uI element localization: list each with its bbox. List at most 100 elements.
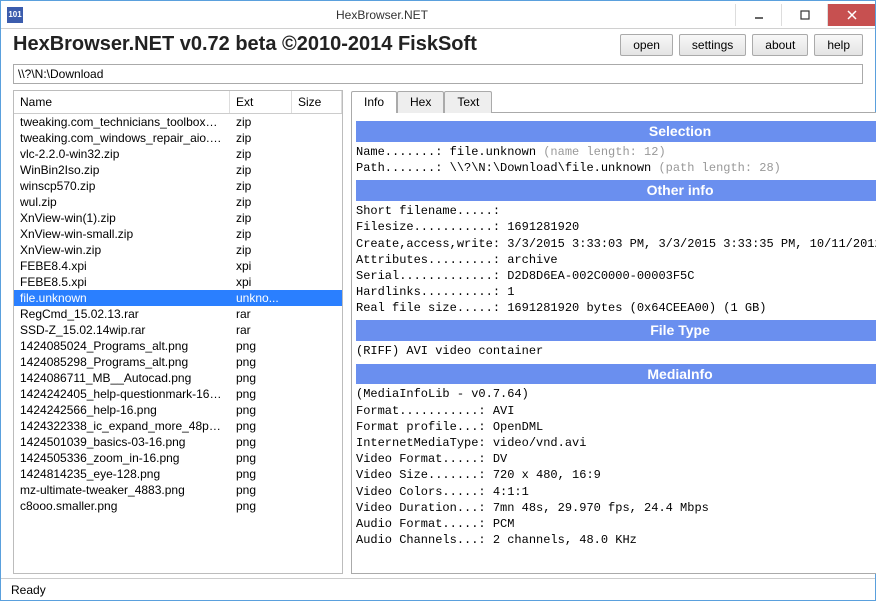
close-button[interactable]: [827, 4, 875, 26]
file-row[interactable]: 1424085024_Programs_alt.pngpng: [14, 338, 342, 354]
maximize-button[interactable]: [781, 4, 827, 26]
info-line: Path.......: \\?\N:\Download\file.unknow…: [356, 160, 876, 176]
file-row[interactable]: 1424242405_help-questionmark-16.pngpng: [14, 386, 342, 402]
file-ext: zip: [230, 163, 292, 177]
file-row[interactable]: WinBin2Iso.zipzip: [14, 162, 342, 178]
file-row[interactable]: 1424505336_zoom_in-16.pngpng: [14, 450, 342, 466]
file-row[interactable]: 1424242566_help-16.pngpng: [14, 402, 342, 418]
window-controls: [735, 4, 875, 26]
info-line: Name.......: file.unknown (name length: …: [356, 144, 876, 160]
info-line: Attributes.........: archive: [356, 252, 876, 268]
file-ext: unkno...: [230, 291, 292, 305]
file-size: [292, 147, 342, 161]
file-size: [292, 131, 342, 145]
file-row[interactable]: XnView-win-small.zipzip: [14, 226, 342, 242]
file-ext: png: [230, 499, 292, 513]
tab-hex[interactable]: Hex: [397, 91, 444, 113]
file-row[interactable]: tweaking.com_technicians_toolbox_port...…: [14, 114, 342, 130]
file-row[interactable]: 1424322338_ic_expand_more_48px-16...png: [14, 418, 342, 434]
file-size: [292, 467, 342, 481]
file-row[interactable]: 1424814235_eye-128.pngpng: [14, 466, 342, 482]
file-size: [292, 483, 342, 497]
file-row[interactable]: mz-ultimate-tweaker_4883.pngpng: [14, 482, 342, 498]
section-header: File Type: [356, 320, 876, 341]
info-line: Real file size.....: 1691281920 bytes (0…: [356, 300, 876, 316]
section-header: Selection: [356, 121, 876, 142]
file-size: [292, 211, 342, 225]
file-row[interactable]: FEBE8.4.xpixpi: [14, 258, 342, 274]
file-name: FEBE8.5.xpi: [14, 275, 230, 289]
file-name: winscp570.zip: [14, 179, 230, 193]
file-size: [292, 339, 342, 353]
info-line: Create,access,write: 3/3/2015 3:33:03 PM…: [356, 236, 876, 252]
file-ext: png: [230, 355, 292, 369]
file-row[interactable]: c8ooo.smaller.pngpng: [14, 498, 342, 514]
file-ext: zip: [230, 227, 292, 241]
file-row[interactable]: 1424086711_MB__Autocad.pngpng: [14, 370, 342, 386]
file-list-body[interactable]: tweaking.com_technicians_toolbox_port...…: [14, 114, 342, 573]
about-button[interactable]: about: [752, 34, 808, 56]
status-text: Ready: [11, 583, 46, 597]
header: HexBrowser.NET v0.72 beta ©2010-2014 Fis…: [1, 29, 875, 62]
file-ext: zip: [230, 115, 292, 129]
tab-info[interactable]: Info: [351, 91, 397, 113]
file-size: [292, 435, 342, 449]
file-list-header[interactable]: Name Ext Size: [14, 91, 342, 114]
info-line: Hardlinks..........: 1: [356, 284, 876, 300]
file-ext: png: [230, 371, 292, 385]
file-ext: zip: [230, 147, 292, 161]
file-row[interactable]: XnView-win(1).zipzip: [14, 210, 342, 226]
section-header: Other info: [356, 180, 876, 201]
col-size[interactable]: Size: [292, 91, 342, 113]
tab-text[interactable]: Text: [444, 91, 492, 113]
file-row[interactable]: SSD-Z_15.02.14wip.rarrar: [14, 322, 342, 338]
window-title: HexBrowser.NET: [29, 8, 735, 22]
file-size: [292, 163, 342, 177]
open-button[interactable]: open: [620, 34, 673, 56]
file-name: mz-ultimate-tweaker_4883.png: [14, 483, 230, 497]
file-row[interactable]: wul.zipzip: [14, 194, 342, 210]
path-input[interactable]: \\?\N:\Download: [13, 64, 863, 84]
file-name: XnView-win.zip: [14, 243, 230, 257]
file-ext: png: [230, 387, 292, 401]
app-icon: 101: [7, 7, 23, 23]
file-name: 1424085024_Programs_alt.png: [14, 339, 230, 353]
file-ext: zip: [230, 131, 292, 145]
info-line: Serial.............: D2D8D6EA-002C0000-0…: [356, 268, 876, 284]
settings-button[interactable]: settings: [679, 34, 746, 56]
statusbar: Ready: [1, 578, 875, 600]
file-row[interactable]: RegCmd_15.02.13.rarrar: [14, 306, 342, 322]
file-row[interactable]: XnView-win.zipzip: [14, 242, 342, 258]
col-ext[interactable]: Ext: [230, 91, 292, 113]
help-button[interactable]: help: [814, 34, 863, 56]
info-line: Format...........: AVI: [356, 403, 876, 419]
info-line: (RIFF) AVI video container: [356, 343, 876, 359]
minimize-button[interactable]: [735, 4, 781, 26]
info-line: Video Duration...: 7mn 48s, 29.970 fps, …: [356, 500, 876, 516]
file-name: file.unknown: [14, 291, 230, 305]
file-ext: png: [230, 451, 292, 465]
info-line: InternetMediaType: video/vnd.avi: [356, 435, 876, 451]
file-name: 1424501039_basics-03-16.png: [14, 435, 230, 449]
file-row[interactable]: winscp570.zipzip: [14, 178, 342, 194]
file-name: c8ooo.smaller.png: [14, 499, 230, 513]
file-row[interactable]: file.unknownunkno...: [14, 290, 342, 306]
file-ext: rar: [230, 307, 292, 321]
file-row[interactable]: 1424085298_Programs_alt.pngpng: [14, 354, 342, 370]
file-row[interactable]: tweaking.com_windows_repair_aio.zipzip: [14, 130, 342, 146]
file-row[interactable]: 1424501039_basics-03-16.pngpng: [14, 434, 342, 450]
file-list: Name Ext Size tweaking.com_technicians_t…: [14, 91, 342, 573]
titlebar[interactable]: 101 HexBrowser.NET: [1, 1, 875, 29]
file-name: FEBE8.4.xpi: [14, 259, 230, 273]
file-name: 1424322338_ic_expand_more_48px-16...: [14, 419, 230, 433]
section-header: MediaInfo: [356, 364, 876, 385]
file-name: RegCmd_15.02.13.rar: [14, 307, 230, 321]
file-row[interactable]: FEBE8.5.xpixpi: [14, 274, 342, 290]
info-panel[interactable]: Selection Name.......: file.unknown (name…: [351, 112, 876, 574]
file-name: tweaking.com_technicians_toolbox_port...: [14, 115, 230, 129]
col-name[interactable]: Name: [14, 91, 230, 113]
file-size: [292, 387, 342, 401]
file-size: [292, 275, 342, 289]
file-row[interactable]: vlc-2.2.0-win32.zipzip: [14, 146, 342, 162]
file-name: 1424814235_eye-128.png: [14, 467, 230, 481]
